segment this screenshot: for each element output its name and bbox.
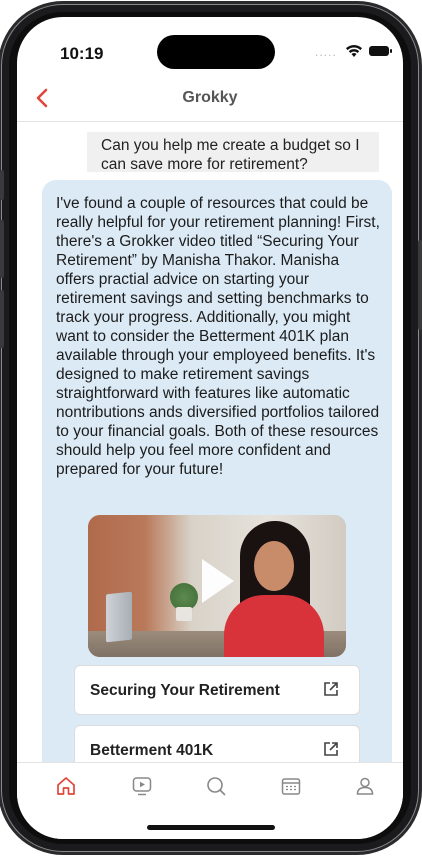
home-icon[interactable]	[55, 775, 77, 797]
power-button	[418, 240, 422, 330]
volume-down-button	[0, 290, 4, 348]
play-icon[interactable]	[202, 559, 234, 603]
external-link-icon	[324, 682, 338, 696]
dynamic-island	[157, 35, 275, 69]
page-title: Grokky	[182, 89, 238, 106]
signal-dots: .....	[315, 45, 337, 59]
wifi-icon	[346, 45, 362, 57]
resource-link-label: Betterment 401K	[90, 742, 214, 759]
chat-thread[interactable]: Can you help me create a budget so I can…	[17, 122, 403, 762]
resource-link-securing-retirement[interactable]: Securing Your Retirement	[74, 665, 360, 715]
resource-link-betterment[interactable]: Betterment 401K	[74, 725, 360, 762]
plant-pot-image	[176, 607, 192, 621]
app-header: Grokky	[17, 77, 403, 122]
assistant-message-text: I've found a couple of resources that co…	[56, 195, 380, 478]
laptop-image	[106, 591, 132, 643]
video-thumbnail[interactable]	[88, 515, 346, 657]
status-bar: 10:19 .....	[17, 17, 403, 75]
profile-icon[interactable]	[354, 775, 376, 797]
volume-up-button	[0, 220, 4, 278]
home-indicator[interactable]	[147, 825, 275, 830]
external-link-icon	[324, 742, 338, 756]
video-icon[interactable]	[131, 775, 153, 797]
presenter-face	[254, 541, 294, 591]
mute-switch	[0, 170, 4, 200]
user-message-bubble: Can you help me create a budget so I can…	[87, 132, 379, 173]
calendar-icon[interactable]	[280, 775, 302, 797]
phone-screen: 10:19 ..... Grokky Can you help me creat…	[17, 17, 403, 839]
resource-link-label: Securing Your Retirement	[90, 682, 280, 699]
status-time: 10:19	[60, 44, 104, 63]
search-icon[interactable]	[205, 775, 227, 797]
presenter-body	[224, 595, 324, 657]
battery-icon	[369, 46, 392, 56]
assistant-message-bubble: I've found a couple of resources that co…	[42, 180, 392, 762]
